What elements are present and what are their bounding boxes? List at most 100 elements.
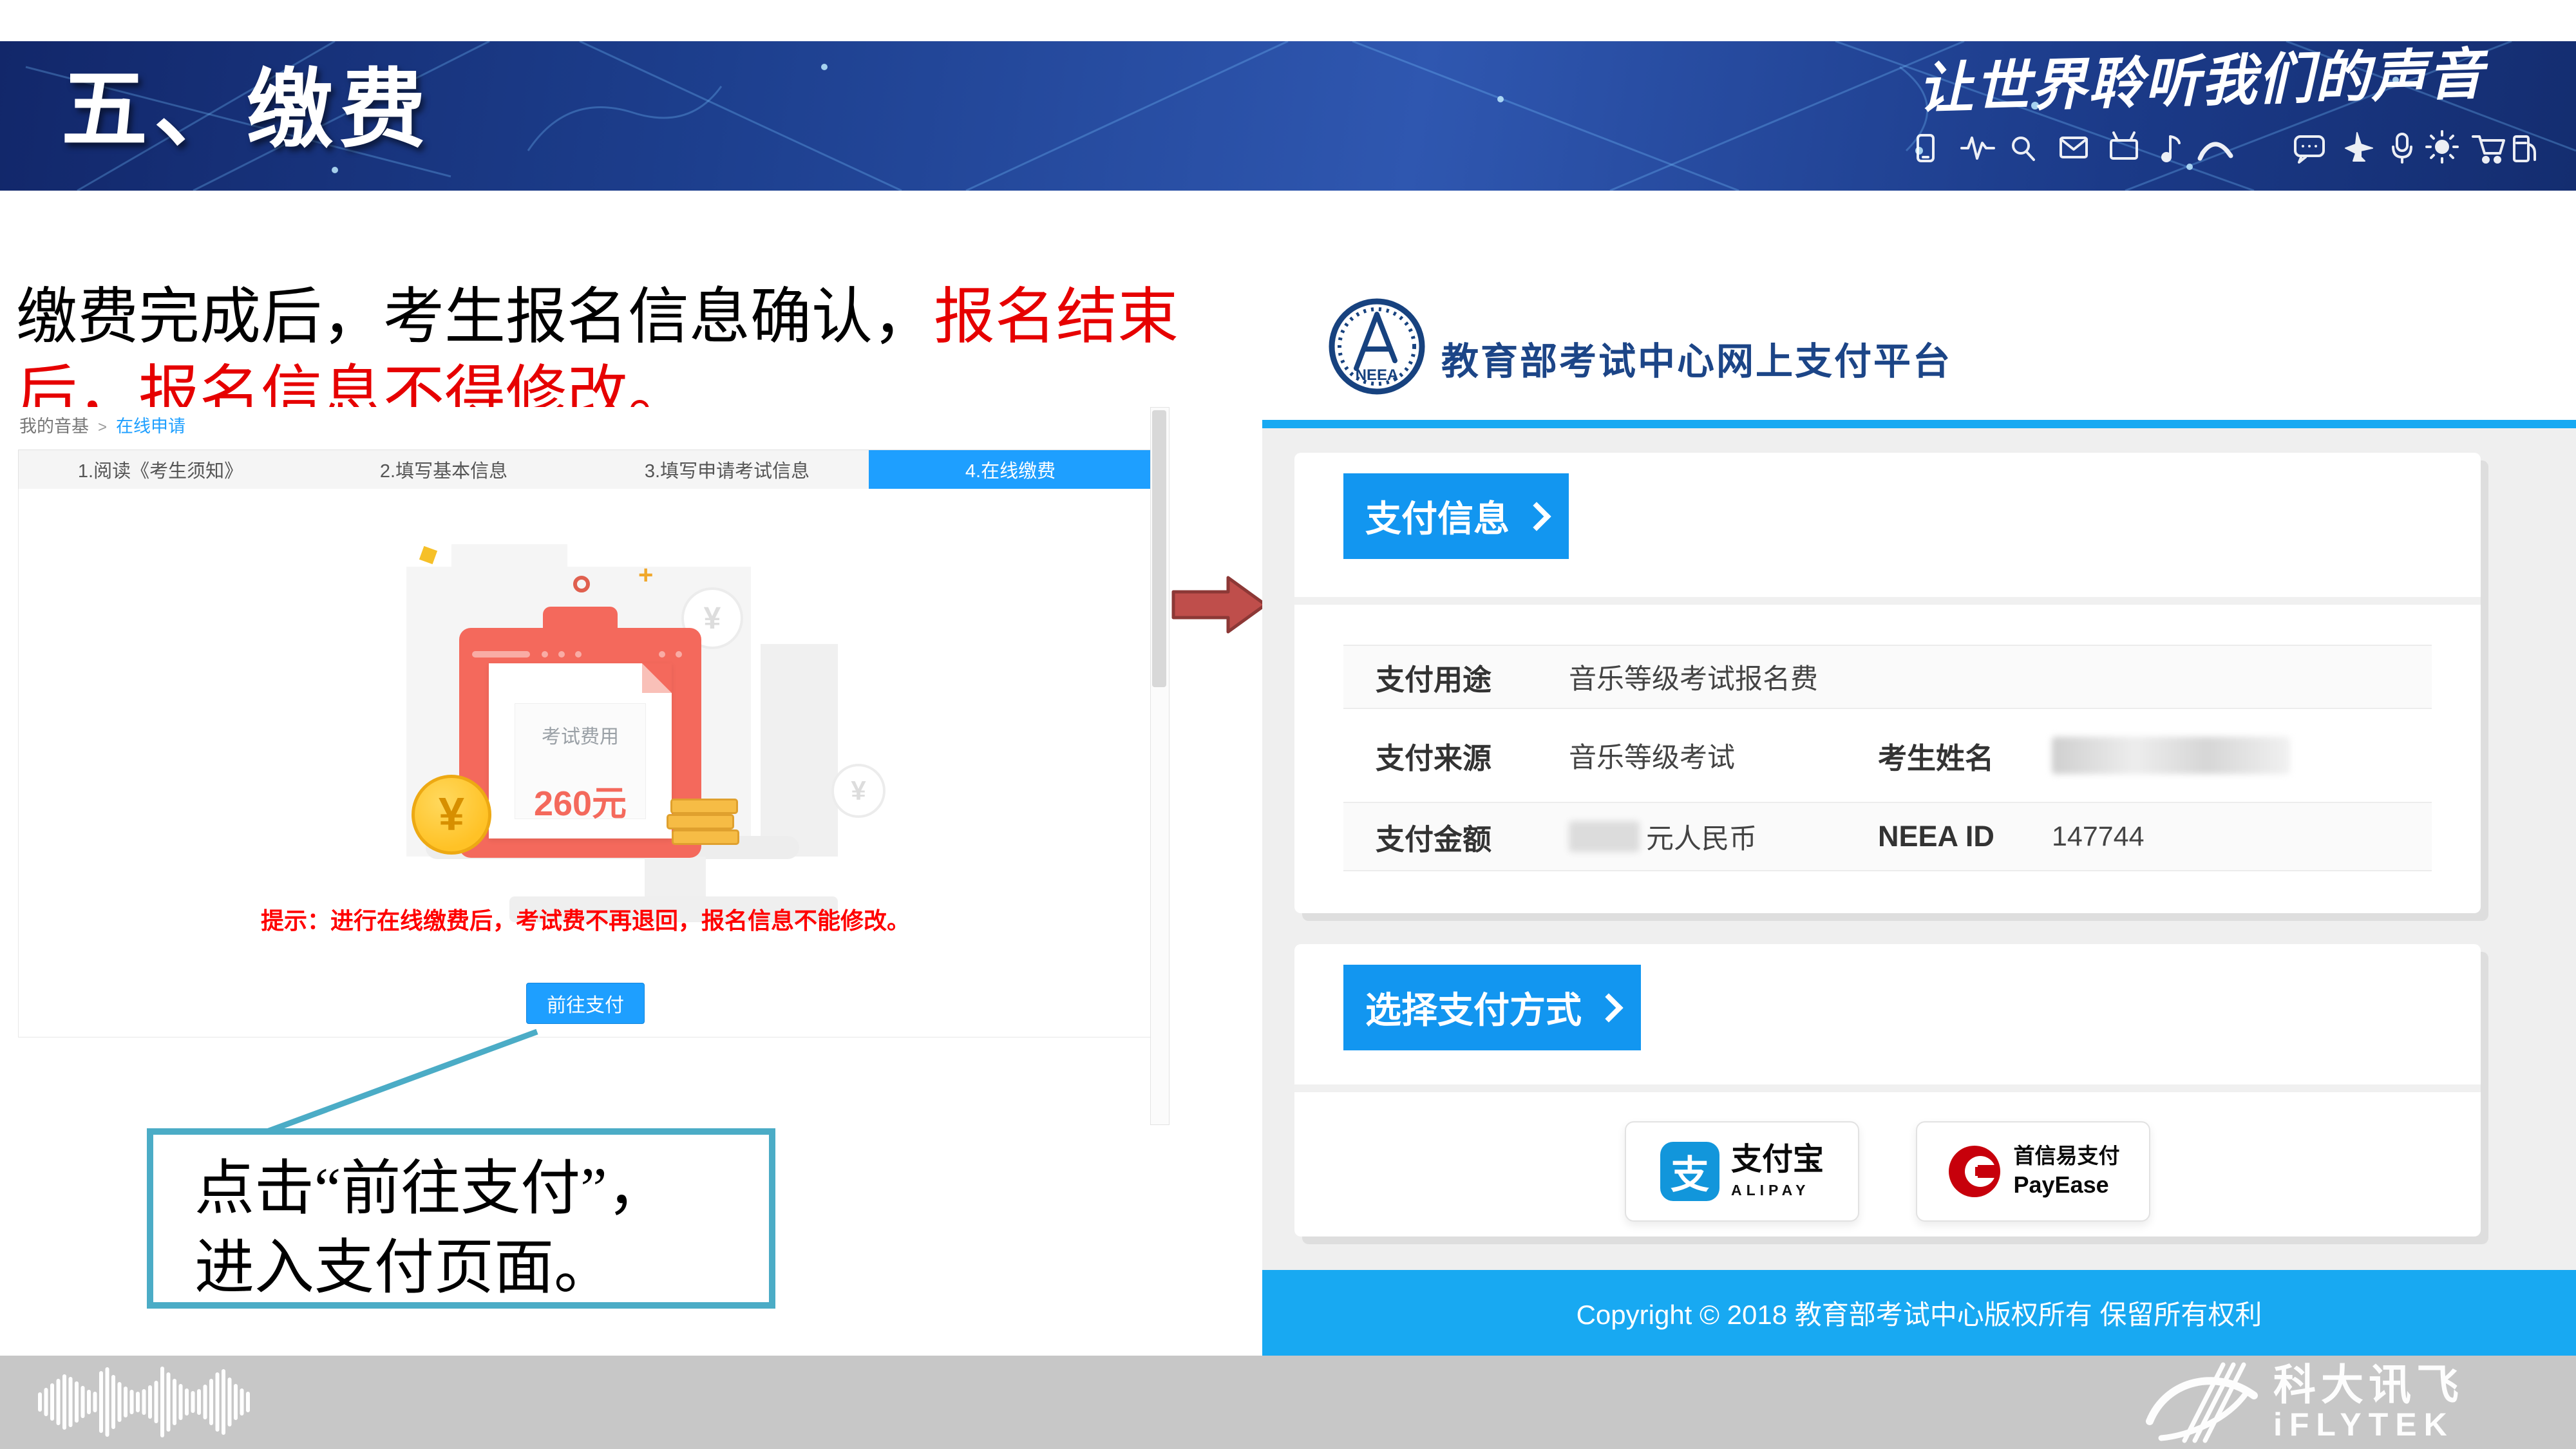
payment-amount-partially-masked: 元人民币 [1569,817,1878,857]
intro-black-text: 缴费完成后，考生报名信息确认， [16,283,934,351]
payease-sublabel: PayEase [2014,1171,2109,1198]
dot-decoration [573,576,590,592]
payease-button[interactable]: 首信易支付 PayEase [1916,1121,2150,1222]
neea-id-value: 147744 [2052,821,2145,853]
slide: 五、缴费 让世界聆听我们的声音 缴费完成后，考生报名信息确认，报名结束后，报名信… [0,0,2576,1449]
payment-warning-text: 提示：进行在线缴费后，考试费不再退回，报名信息不能修改。 [19,902,1152,936]
registration-screenshot: 我的音基 > 在线申请 1.阅读《考生须知》 2.填写基本信息 3.填写申请考试信息… [12,407,1157,1045]
card-divider [1294,597,2481,605]
gold-bar-icon [667,814,734,829]
row-label: 支付来源 [1376,735,1569,777]
alipay-icon: 支 [1660,1142,1719,1201]
blur-redaction [2052,737,2290,774]
mic-icon [2393,134,2411,162]
sun-icon [2427,131,2458,162]
breadcrumb-separator: > [98,419,107,436]
table-row-purpose: 支付用途 音乐等级考试报名费 [1343,645,2432,709]
breadcrumb-root[interactable]: 我的音基 [19,417,89,436]
clipboard-dot [659,651,665,658]
right-arrow-icon [1171,574,1269,635]
row-label2: NEEA ID [1878,820,2052,853]
payment-method-list: 支 支付宝 ALIPAY 首信易支付 PayEase [1294,1121,2481,1222]
header-divider [1262,420,2576,428]
slide-footer: 科大讯飞 iFLYTEK [0,1356,2576,1449]
waveform-icon [1962,138,1994,158]
clipboard-dot [542,651,548,658]
step-tab-basic-info[interactable]: 2.填写基本信息 [302,450,585,489]
neea-logo: NEEA [1328,298,1426,395]
go-to-pay-button[interactable]: 前往支付 [526,983,645,1024]
fee-label: 考试费用 [542,721,619,749]
slogan-icon-row [1906,128,2537,169]
breadcrumb-current[interactable]: 在线申请 [116,417,185,436]
illustration-building-top [451,544,567,569]
payment-info-card: 支付信息 支付用途 音乐等级考试报名费 支付来源 音乐等级考试 考生姓名 支付金… [1294,453,2481,913]
blur-redaction [1569,821,1640,852]
breadcrumb: 我的音基 > 在线申请 [19,412,185,437]
callout-box: 点击“前往支付”， 进入支付页面。 [147,1128,775,1309]
row-label: 支付用途 [1376,656,1569,698]
mail-icon [2061,138,2087,157]
fee-box: 考试费用 260元 [515,703,646,819]
clipboard-dot [676,651,682,658]
payment-info-rows: 支付用途 音乐等级考试报名费 支付来源 音乐等级考试 考生姓名 支付金额 元人民… [1343,645,2432,871]
tv-icon [2111,133,2137,158]
music-note-icon [2163,137,2179,161]
sheet-fold-corner [642,663,672,693]
star-decoration [419,546,437,564]
chat-icon [2295,137,2324,162]
iflytek-logo: 科大讯飞 iFLYTEK [2145,1357,2464,1447]
payment-site-title: 教育部考试中心网上支付平台 [1441,331,1952,385]
step-tab-online-payment[interactable]: 4.在线缴费 [869,450,1152,489]
payment-method-card: 选择支付方式 支 支付宝 ALIPAY 首信易支付 [1294,944,2481,1236]
clipboard-stripe [472,651,530,658]
cart-icon [2473,137,2504,162]
candidate-name-masked [2052,737,2290,774]
row-label2: 考生姓名 [1878,735,2052,777]
copyright-bar: Copyright © 2018 教育部考试中心版权所有 保留所有权利 [1262,1270,2576,1356]
iflytek-name-cn: 科大讯飞 [2273,1363,2464,1406]
callout-line2: 进入支付页面。 [194,1229,762,1309]
illustration-building-right [761,644,838,857]
handset-icon [2200,144,2231,158]
page-title: 五、缴费 [61,67,432,153]
plane-icon [2345,133,2372,161]
row-value: 音乐等级考试报名费 [1569,657,1878,697]
wizard-step-bar: 1.阅读《考生须知》 2.填写基本信息 3.填写申请考试信息 4.在线缴费 [18,450,1153,489]
table-row-amount-id: 支付金额 元人民币 NEEA ID 147744 [1343,802,2432,871]
alipay-sublabel: ALIPAY [1731,1182,1810,1199]
row-label: 支付金额 [1376,816,1569,858]
gold-bar-icon [672,829,739,845]
payment-step-content: ¥ ¥ + 考试费用 260元 ¥ 提示：进行在线缴费 [18,489,1153,1037]
search-icon [2013,138,2034,160]
chevron-right-icon [1594,993,1623,1022]
waveform-logo [35,1363,254,1441]
scrollbar-thumb[interactable] [1152,410,1166,687]
payease-label: 首信易支付 [2014,1145,2120,1166]
gas-pump-icon [2514,137,2535,161]
payment-method-badge: 选择支付方式 [1343,965,1641,1050]
step-tab-read-notice[interactable]: 1.阅读《考生须知》 [19,450,302,489]
gold-bar-icon [670,799,738,814]
illustration-stand [645,857,706,896]
iflytek-swoosh-icon [2145,1359,2260,1444]
payease-icon [1947,1144,2002,1199]
card-divider [1294,1084,2481,1092]
step-tab-exam-info[interactable]: 3.填写申请考试信息 [585,450,869,489]
yuan-circle-icon: ¥ [831,764,886,818]
coin-icon: ¥ [412,775,491,855]
scrollbar-track [1150,407,1170,1125]
alipay-button[interactable]: 支 支付宝 ALIPAY [1625,1121,1859,1222]
plus-decoration: + [638,567,655,583]
callout-line1: 点击“前往支付”， [194,1150,762,1229]
iflytek-name-en: iFLYTEK [2273,1408,2464,1441]
svg-text:NEEA: NEEA [1356,366,1399,384]
clipboard-dot [558,651,565,658]
row-value: 音乐等级考试 [1569,735,1878,775]
fee-amount: 260元 [534,775,627,826]
clipboard-dot [575,651,582,658]
payment-info-badge: 支付信息 [1343,473,1569,559]
chevron-right-icon [1522,502,1551,531]
table-row-source-name: 支付来源 音乐等级考试 考生姓名 [1343,709,2432,802]
alipay-label: 支付宝 [1731,1144,1824,1175]
